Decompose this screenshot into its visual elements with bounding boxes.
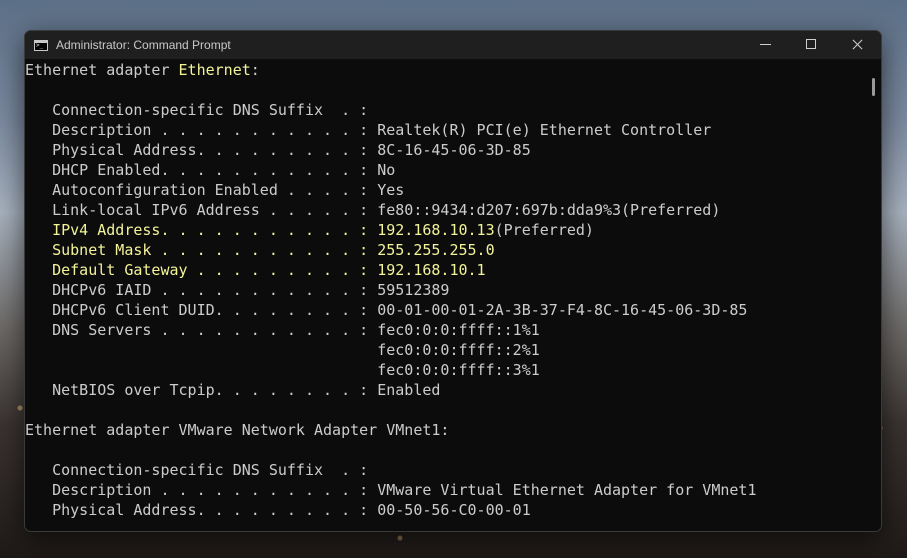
console-line: DNS Servers . . . . . . . . . . . : fec0… <box>25 320 865 340</box>
console-text: Physical Address. . . . . . . . . : 00-5… <box>25 501 531 519</box>
console-text: DHCP Enabled. . . . . . . . . . . : No <box>25 161 396 179</box>
console-line: NetBIOS over Tcpip. . . . . . . . : Enab… <box>25 380 865 400</box>
console-text: fec0:0:0:ffff::3%1 <box>25 361 540 379</box>
console-text: DHCPv6 IAID . . . . . . . . . . . : 5951… <box>25 281 450 299</box>
console-text: Link-local IPv6 Address . . . . . : fe80… <box>25 201 721 219</box>
console-line: fec0:0:0:ffff::3%1 <box>25 360 865 380</box>
console-output[interactable]: Ethernet adapter Ethernet: Connection-sp… <box>25 60 865 531</box>
console-line: Connection-specific DNS Suffix . : <box>25 100 865 120</box>
minimize-button[interactable] <box>743 31 789 59</box>
window-title: Administrator: Command Prompt <box>56 38 231 52</box>
console-text: Description . . . . . . . . . . . : Real… <box>25 121 712 139</box>
console-line: DHCPv6 Client DUID. . . . . . . . : 00-0… <box>25 300 865 320</box>
console-line: Subnet Mask . . . . . . . . . . . : 255.… <box>25 240 865 260</box>
console-text: DNS Servers . . . . . . . . . . . : fec0… <box>25 321 540 339</box>
console-line: Description . . . . . . . . . . . : Real… <box>25 120 865 140</box>
highlighted-text: IPv4 Address. . . . . . . . . . . : 192.… <box>52 221 495 239</box>
minimize-icon <box>760 44 771 45</box>
title-bar[interactable]: Administrator: Command Prompt <box>25 31 881 59</box>
console-text: (Preferred) <box>494 221 594 239</box>
console-line: fec0:0:0:ffff::2%1 <box>25 340 865 360</box>
console-line: Autoconfiguration Enabled . . . . : Yes <box>25 180 865 200</box>
console-text: Ethernet adapter <box>25 61 179 79</box>
console-line: Ethernet adapter Ethernet: <box>25 60 865 80</box>
console-line: Connection-specific DNS Suffix . : <box>25 460 865 480</box>
command-prompt-window[interactable]: Administrator: Command Prompt Ethernet a… <box>24 30 882 532</box>
console-line: Physical Address. . . . . . . . . : 00-5… <box>25 500 865 520</box>
maximize-button[interactable] <box>789 31 835 59</box>
console-line: Link-local IPv6 Address . . . . . : fe80… <box>25 200 865 220</box>
close-icon <box>852 39 863 50</box>
console-text: : <box>250 61 260 79</box>
console-line: Default Gateway . . . . . . . . . : 192.… <box>25 260 865 280</box>
window-controls <box>743 31 881 59</box>
highlighted-text: Default Gateway . . . . . . . . . : 192.… <box>52 261 486 279</box>
cmd-icon <box>34 39 48 51</box>
console-text: Ethernet adapter VMware Network Adapter … <box>25 421 450 439</box>
console-text: Connection-specific DNS Suffix . : <box>25 101 369 119</box>
console-line: IPv4 Address. . . . . . . . . . . : 192.… <box>25 220 865 240</box>
console-text: NetBIOS over Tcpip. . . . . . . . : Enab… <box>25 381 441 399</box>
maximize-icon <box>806 39 816 49</box>
console-text: Autoconfiguration Enabled . . . . : Yes <box>25 181 405 199</box>
console-line: Ethernet adapter VMware Network Adapter … <box>25 420 865 440</box>
console-text: fec0:0:0:ffff::2%1 <box>25 341 540 359</box>
console-text: DHCPv6 Client DUID. . . . . . . . : 00-0… <box>25 301 748 319</box>
console-line: Physical Address. . . . . . . . . : 8C-1… <box>25 140 865 160</box>
scrollbar-thumb[interactable] <box>872 78 875 96</box>
highlighted-text: Subnet Mask . . . . . . . . . . . : 255.… <box>52 241 495 259</box>
highlighted-text: Ethernet <box>178 61 251 79</box>
console-line: DHCPv6 IAID . . . . . . . . . . . : 5951… <box>25 280 865 300</box>
console-text: Description . . . . . . . . . . . : VMwa… <box>25 481 757 499</box>
console-line: DHCP Enabled. . . . . . . . . . . : No <box>25 160 865 180</box>
console-line: Description . . . . . . . . . . . : VMwa… <box>25 480 865 500</box>
close-button[interactable] <box>835 31 881 59</box>
console-text: Connection-specific DNS Suffix . : <box>25 461 369 479</box>
console-text: Physical Address. . . . . . . . . : 8C-1… <box>25 141 531 159</box>
vertical-scrollbar[interactable] <box>865 60 881 531</box>
